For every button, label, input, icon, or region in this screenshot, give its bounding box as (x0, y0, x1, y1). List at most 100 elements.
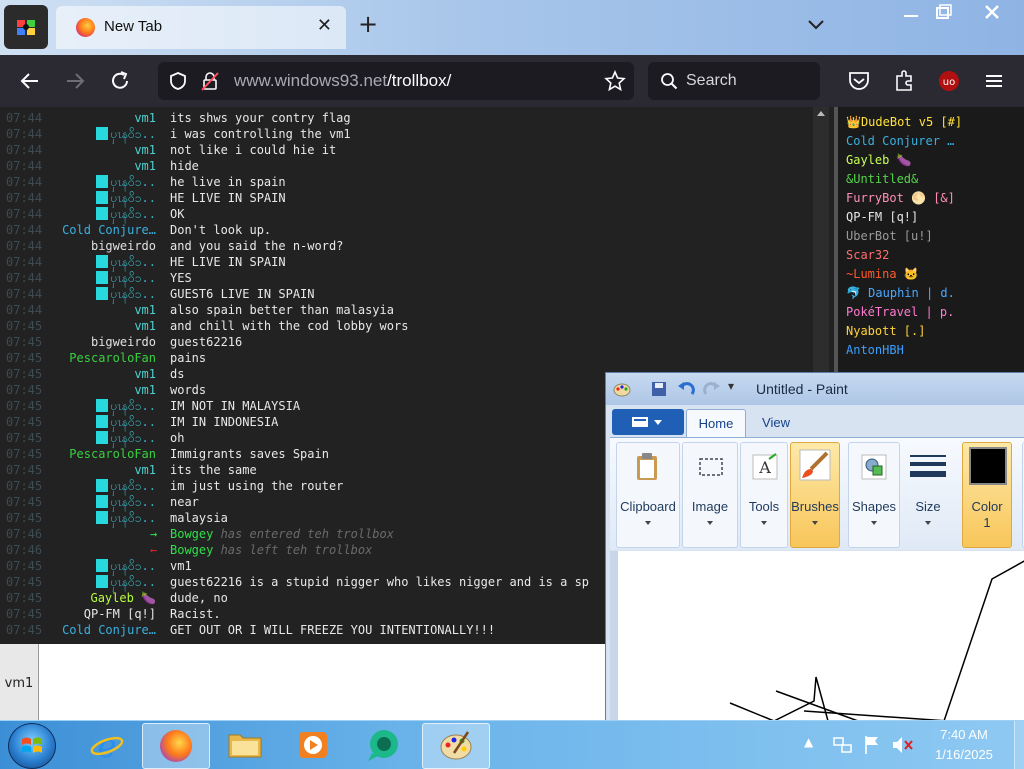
message-nick[interactable]: Bowgey (170, 543, 213, 557)
insecure-lock-icon[interactable] (200, 70, 220, 92)
message-nick[interactable]: PescaroloFan (69, 350, 156, 366)
message-nick[interactable]: ၦၤန၀ိၥ.. (96, 478, 156, 494)
restore-icon[interactable] (920, 0, 966, 26)
user-list-item[interactable]: QP-FM [q!] (846, 210, 918, 224)
new-tab-plus-icon[interactable]: + (358, 12, 378, 36)
list-all-tabs-chevron-icon[interactable] (806, 14, 826, 34)
paint-canvas[interactable] (618, 551, 1024, 721)
message-nick[interactable]: ၦၤန၀ိၥ.. (96, 126, 156, 142)
quick-access-dropdown-icon[interactable]: ▾ (728, 379, 734, 393)
message-nick[interactable]: vm1 (134, 142, 156, 158)
message-nick[interactable]: ၦၤန၀ိၥ.. (96, 398, 156, 414)
message-nick[interactable]: bigweirdo (91, 334, 156, 350)
message-nick[interactable]: ၦၤန၀ိၥ.. (96, 190, 156, 206)
message-nick[interactable]: QP-FM [q!] (84, 606, 156, 622)
paint-tab-view[interactable]: View (754, 409, 798, 437)
user-list-item[interactable]: AntonHBH (846, 343, 904, 357)
user-list-item[interactable]: Gayleb 🍆 (846, 153, 912, 167)
message-nick[interactable]: vm1 (134, 366, 156, 382)
action-center-flag-icon[interactable] (862, 734, 882, 756)
message-nick[interactable]: ၦၤန၀ိၥ.. (96, 174, 156, 190)
message-nick[interactable]: ၦၤန၀ိၥ.. (96, 430, 156, 446)
user-list-item[interactable]: PokéTravel | p. (846, 305, 954, 319)
size-button[interactable]: Size (902, 442, 954, 548)
user-list-item[interactable]: 👑DudeBot v5 [#] (846, 115, 962, 129)
shield-icon[interactable] (168, 71, 188, 91)
clipboard-button[interactable]: Clipboard (616, 442, 680, 548)
taskbar-media-player[interactable] (280, 723, 346, 767)
paint-title-bar[interactable]: ▾ Untitled - Paint (606, 373, 1024, 405)
tab-new-tab[interactable]: New Tab ✕ (56, 6, 346, 49)
user-list-item[interactable]: Scar32 (846, 248, 889, 262)
taskbar-paint[interactable] (422, 723, 490, 769)
undo-icon[interactable] (676, 380, 696, 398)
message-text: ds (170, 367, 185, 381)
firefox-view-button[interactable] (4, 5, 48, 49)
message-nick[interactable]: Cold Conjure… (62, 622, 156, 638)
brushes-button[interactable]: Brushes (790, 442, 840, 548)
tools-button[interactable]: A Tools (740, 442, 788, 548)
message-nick[interactable]: ၦၤန၀ိၥ.. (96, 558, 156, 574)
message-nick[interactable]: ၦၤန၀ိၥ.. (96, 270, 156, 286)
url-text[interactable]: www.windows93.net/trollbox/ (234, 71, 451, 91)
network-icon[interactable] (832, 734, 854, 756)
back-arrow-icon[interactable] (17, 68, 43, 94)
volume-muted-icon[interactable] (890, 734, 914, 756)
message-nick[interactable]: vm1 (134, 302, 156, 318)
message-nick[interactable]: bigweirdo (91, 238, 156, 254)
message-nick[interactable]: vm1 (134, 382, 156, 398)
user-list-item[interactable]: &Untitled& (846, 172, 918, 186)
nickname-button[interactable]: vm1 (0, 644, 39, 720)
message-nick[interactable]: Cold Conjure… (62, 222, 156, 238)
color1-button[interactable]: Color 1 (962, 442, 1012, 548)
message-nick[interactable]: vm1 (134, 110, 156, 126)
paint-app-icon[interactable] (612, 380, 632, 398)
redo-icon[interactable] (702, 380, 722, 398)
scroll-up-arrow-icon[interactable] (817, 111, 825, 116)
address-bar[interactable]: www.windows93.net/trollbox/ (158, 62, 634, 100)
ublock-origin-icon[interactable]: uo (936, 69, 962, 93)
save-disk-icon[interactable] (650, 380, 668, 398)
message-nick[interactable]: ၦၤန၀ိၥ.. (96, 414, 156, 430)
close-tab-icon[interactable]: ✕ (317, 15, 332, 36)
message-nick[interactable]: Bowgey (170, 527, 213, 541)
message-nick[interactable]: vm1 (134, 158, 156, 174)
taskbar-chat-app[interactable] (350, 723, 416, 767)
start-button[interactable] (8, 723, 56, 769)
search-box[interactable]: Search (648, 62, 820, 100)
taskbar-file-explorer[interactable] (212, 723, 278, 767)
image-button[interactable]: Image (682, 442, 738, 548)
hamburger-menu-icon[interactable] (982, 69, 1006, 93)
taskbar-firefox[interactable] (142, 723, 210, 769)
reload-icon[interactable] (107, 68, 133, 94)
bookmark-star-icon[interactable] (604, 70, 626, 92)
show-hidden-icons-arrow[interactable]: ▲ (804, 735, 813, 749)
message-nick[interactable]: vm1 (134, 318, 156, 334)
message-nick[interactable]: Gayleb 🍆 (90, 590, 156, 606)
show-desktop-button[interactable] (1014, 721, 1024, 769)
message-nick[interactable]: ၦၤန၀ိၥ.. (96, 510, 156, 526)
message-nick[interactable]: ၦၤန၀ိၥ.. (96, 574, 156, 590)
message-nick[interactable]: ၦၤန၀ိၥ.. (96, 286, 156, 302)
user-list-item[interactable]: Nyabott [.] (846, 324, 925, 338)
message-nick[interactable]: ၦၤန၀ိၥ.. (96, 206, 156, 222)
system-clock[interactable]: 7:40 AM 1/16/2025 (922, 725, 1006, 765)
user-list-item[interactable]: ~Lumina 🐱 (846, 267, 919, 281)
message-nick[interactable]: ၦၤန၀ိၥ.. (96, 494, 156, 510)
paint-file-menu-button[interactable] (612, 409, 684, 435)
extensions-puzzle-icon[interactable] (892, 69, 918, 93)
user-list-item[interactable]: 🐬 Dauphin | d. (846, 286, 955, 300)
pocket-icon[interactable] (846, 69, 872, 93)
close-window-icon[interactable] (964, 0, 1020, 26)
message-nick[interactable]: ၦၤန၀ိၥ.. (96, 254, 156, 270)
message-nick[interactable]: PescaroloFan (69, 446, 156, 462)
taskbar-internet-explorer[interactable]: e (74, 723, 140, 767)
user-list-item[interactable]: Cold Conjurer … (846, 134, 954, 148)
forward-arrow-icon[interactable] (62, 68, 88, 94)
shapes-button[interactable]: Shapes (848, 442, 900, 548)
chat-message-input[interactable] (40, 644, 620, 720)
paint-tab-home[interactable]: Home (686, 409, 746, 438)
user-list-item[interactable]: FurryBot 🌕 [&] (846, 191, 955, 205)
message-nick[interactable]: vm1 (134, 462, 156, 478)
user-list-item[interactable]: UberBot [u!] (846, 229, 933, 243)
